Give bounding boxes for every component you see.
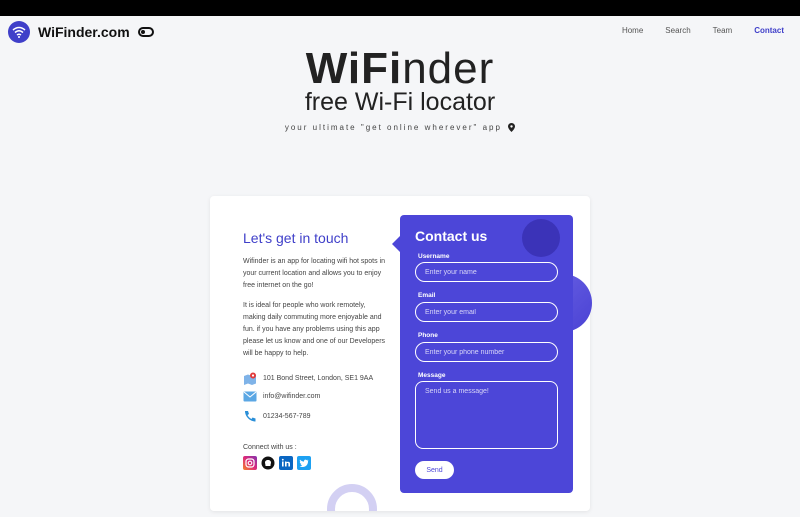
- instagram-icon[interactable]: [243, 456, 257, 470]
- linkedin-icon[interactable]: [279, 456, 293, 470]
- email-label: Email: [418, 292, 436, 299]
- nav-team[interactable]: Team: [713, 26, 733, 35]
- email-text[interactable]: info@wifinder.com: [263, 393, 320, 400]
- nav-links: Home Search Team Contact: [600, 26, 784, 35]
- hero-tagline: your ultimate "get online wherever" app: [0, 123, 800, 133]
- hero-subtitle: free Wi-Fi locator: [304, 88, 496, 116]
- hero-title-bold: WiFi: [305, 44, 403, 93]
- form-title: Contact us: [415, 228, 488, 244]
- logo[interactable]: WiFinder.com: [8, 21, 154, 43]
- wifi-icon: [8, 21, 30, 43]
- message-label: Message: [418, 372, 446, 379]
- address-text: 101 Bond Street, London, SE1 9AA: [263, 375, 374, 382]
- help-paragraph: It is ideal for people who work remotely…: [243, 302, 386, 357]
- hero-title-rest: nder: [402, 44, 495, 93]
- form-pointer: [392, 236, 400, 252]
- phone-label: Phone: [418, 332, 438, 339]
- decorative-bubble-top: [522, 219, 560, 257]
- contact-form: Contact us Username Email Phone Message …: [400, 215, 573, 493]
- address-row: 101 Bond Street, London, SE1 9AA: [243, 372, 373, 385]
- toggle-icon[interactable]: [137, 27, 154, 37]
- connect-label: Connect with us :: [243, 444, 297, 451]
- intro-paragraph: Wifinder is an app for locating wifi hot…: [243, 258, 386, 289]
- hero-title: WiFinder: [0, 44, 800, 94]
- phone-input[interactable]: [415, 342, 558, 362]
- social-links: [243, 456, 311, 470]
- phone-text: 01234-567-789: [263, 412, 311, 420]
- username-input[interactable]: [415, 262, 558, 282]
- contact-heading: Let's get in touch: [243, 230, 349, 246]
- phone-row: 01234-567-789: [243, 410, 311, 422]
- send-button[interactable]: Send: [415, 461, 454, 479]
- map-icon: [244, 372, 256, 385]
- browser-top-bar: [0, 0, 800, 16]
- mail-icon: [243, 391, 257, 402]
- twitter-icon[interactable]: [297, 456, 311, 470]
- decorative-circle: [327, 484, 377, 511]
- github-icon[interactable]: [261, 456, 275, 470]
- username-label: Username: [418, 253, 450, 260]
- message-textarea[interactable]: [415, 381, 558, 449]
- nav-search[interactable]: Search: [665, 26, 690, 35]
- nav-home[interactable]: Home: [622, 26, 643, 35]
- location-pin-icon: [508, 123, 516, 133]
- email-input[interactable]: [415, 302, 558, 322]
- email-row: info@wifinder.com: [243, 391, 320, 402]
- hero-tagline-text: your ultimate "get online wherever" app: [284, 123, 502, 132]
- nav-contact[interactable]: Contact: [754, 26, 784, 35]
- brand-name: WiFinder.com: [38, 24, 130, 40]
- phone-icon: [245, 411, 256, 422]
